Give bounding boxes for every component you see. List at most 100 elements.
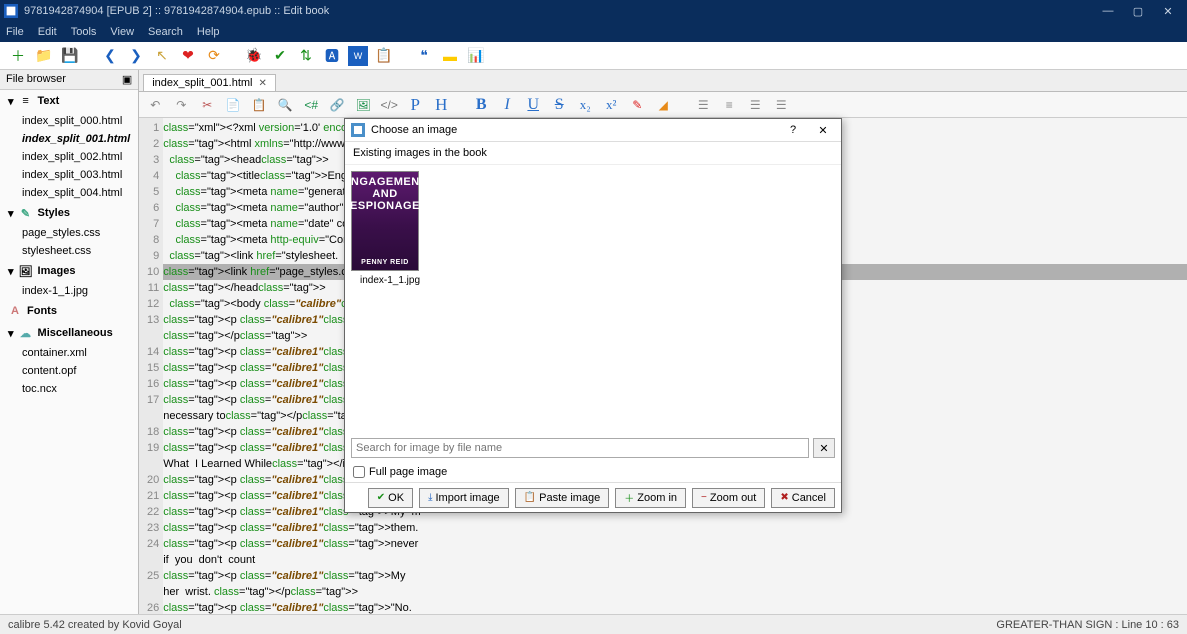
bold-icon[interactable]: B: [471, 95, 491, 115]
import-button[interactable]: ⤓Import image: [419, 488, 509, 508]
redo-icon[interactable]: ↷: [171, 95, 191, 115]
bug-icon[interactable]: 🐞: [244, 46, 264, 66]
nav-fwd-icon[interactable]: ❯: [126, 46, 146, 66]
file-item[interactable]: container.xml: [0, 344, 138, 362]
align-right-icon[interactable]: ☰: [745, 95, 765, 115]
zoomout-button[interactable]: −Zoom out: [692, 488, 765, 508]
file-item[interactable]: stylesheet.css: [0, 242, 138, 260]
menu-search[interactable]: Search: [148, 26, 183, 38]
heart-icon[interactable]: ❤: [178, 46, 198, 66]
word-icon[interactable]: W: [348, 46, 368, 66]
链接-icon[interactable]: 🔗: [327, 95, 347, 115]
styles-section[interactable]: ▾✎Styles: [0, 202, 138, 224]
app-icon: [4, 4, 18, 18]
text-section[interactable]: ▾≡Text: [0, 90, 138, 112]
highlight-icon[interactable]: ▬: [440, 46, 460, 66]
superscript-icon[interactable]: x²: [601, 95, 621, 115]
cut-icon[interactable]: ✂: [197, 95, 217, 115]
file-item[interactable]: page_styles.css: [0, 224, 138, 242]
file-item[interactable]: index_split_004.html: [0, 184, 138, 202]
comment-icon[interactable]: <#: [301, 95, 321, 115]
dialog-buttons: ✔OK ⤓Import image 📋Paste image ＋Zoom in …: [345, 482, 841, 512]
dialog-subtitle: Existing images in the book: [345, 142, 841, 165]
file-item[interactable]: index_split_000.html: [0, 112, 138, 130]
zoomin-button[interactable]: ＋Zoom in: [615, 488, 686, 508]
dialog-title: Choose an image: [371, 124, 457, 136]
tag-icon[interactable]: </>: [379, 95, 399, 115]
dialog-search-input[interactable]: [351, 438, 809, 458]
save-icon[interactable]: 💾: [60, 46, 80, 66]
filebrowser-popout-icon[interactable]: ▣: [122, 73, 132, 86]
images-section[interactable]: ▾🖼Images: [0, 260, 138, 282]
reports-icon[interactable]: 📊: [466, 46, 486, 66]
undo-icon[interactable]: ↶: [145, 95, 165, 115]
menu-edit[interactable]: Edit: [38, 26, 57, 38]
menubar: File Edit Tools View Search Help: [0, 22, 1187, 42]
strike-icon[interactable]: S: [549, 95, 569, 115]
full-page-checkbox[interactable]: [353, 466, 365, 478]
image-thumb-wrap[interactable]: ENGAGEMENTAND ESPIONAGE PENNY REID index…: [351, 171, 429, 286]
filebrowser-panel: File browser ▣ ▾≡Text index_split_000.ht…: [0, 70, 139, 614]
cursor-icon[interactable]: ↖: [152, 46, 172, 66]
color-icon[interactable]: ✎: [627, 95, 647, 115]
shuffle-icon[interactable]: ⇅: [296, 46, 316, 66]
tab[interactable]: index_split_001.html ✕: [143, 74, 276, 91]
file-item[interactable]: index-1_1.jpg: [0, 282, 138, 300]
subscript-icon[interactable]: x₂: [575, 95, 595, 115]
minimize-button[interactable]: —: [1093, 0, 1123, 22]
file-item[interactable]: index_split_003.html: [0, 166, 138, 184]
menu-file[interactable]: File: [6, 26, 24, 38]
menu-tools[interactable]: Tools: [71, 26, 97, 38]
para-icon[interactable]: P: [405, 95, 425, 115]
toc-icon[interactable]: 📋: [374, 46, 394, 66]
new-file-icon[interactable]: ＋: [8, 46, 28, 66]
ok-button[interactable]: ✔OK: [368, 488, 413, 508]
file-item-selected[interactable]: index_split_001.html: [0, 130, 138, 148]
font-manage-icon[interactable]: 🅰: [322, 46, 342, 66]
choose-image-dialog: Choose an image ? ✕ Existing images in t…: [344, 118, 842, 513]
thumb-label: index-1_1.jpg: [351, 275, 429, 286]
italic-icon[interactable]: I: [497, 95, 517, 115]
window-title: 9781942874904 [EPUB 2] :: 9781942874904.…: [24, 5, 329, 17]
tab-label: index_split_001.html: [152, 77, 252, 89]
fonts-section[interactable]: AFonts: [0, 300, 138, 322]
statusbar: calibre 5.42 created by Kovid Goyal GREA…: [0, 614, 1187, 634]
file-item[interactable]: toc.ncx: [0, 380, 138, 398]
chevron-down-icon: ▾: [8, 265, 14, 278]
align-justify-icon[interactable]: ☰: [771, 95, 791, 115]
full-page-check[interactable]: Full page image: [345, 462, 841, 482]
menu-help[interactable]: Help: [197, 26, 220, 38]
cancel-button[interactable]: ✖Cancel: [771, 488, 835, 508]
open-icon[interactable]: 📁: [34, 46, 54, 66]
misc-section[interactable]: ▾☁Miscellaneous: [0, 322, 138, 344]
check-icon[interactable]: ✔: [270, 46, 290, 66]
align-center-icon[interactable]: ≡: [719, 95, 739, 115]
find-icon[interactable]: 🔍: [275, 95, 295, 115]
paste-button[interactable]: 📋Paste image: [515, 488, 610, 508]
nav-back-icon[interactable]: ❮: [100, 46, 120, 66]
image-insert-icon[interactable]: 🖼: [353, 95, 373, 115]
dialog-help-icon[interactable]: ?: [781, 124, 805, 136]
align-left-icon[interactable]: ☰: [693, 95, 713, 115]
window-root: 9781942874904 [EPUB 2] :: 9781942874904.…: [0, 0, 1187, 634]
close-window-button[interactable]: ✕: [1153, 0, 1183, 22]
file-item[interactable]: content.opf: [0, 362, 138, 380]
brush-icon: ✎: [19, 206, 33, 220]
cloud-icon: ☁: [19, 326, 33, 340]
dialog-body[interactable]: ENGAGEMENTAND ESPIONAGE PENNY REID index…: [345, 165, 841, 434]
eraser-icon[interactable]: ◢: [653, 95, 673, 115]
dialog-icon: [351, 123, 365, 137]
dialog-search-clear-icon[interactable]: ✕: [813, 438, 835, 458]
heading-icon[interactable]: H: [431, 95, 451, 115]
close-tab-icon[interactable]: ✕: [259, 78, 267, 89]
underline-icon[interactable]: U: [523, 95, 543, 115]
paste-icon[interactable]: 📋: [249, 95, 269, 115]
file-item[interactable]: index_split_002.html: [0, 148, 138, 166]
quote-icon[interactable]: ❝: [414, 46, 434, 66]
menu-view[interactable]: View: [110, 26, 134, 38]
dialog-close-icon[interactable]: ✕: [811, 124, 835, 137]
refresh-icon[interactable]: ⟳: [204, 46, 224, 66]
chevron-down-icon: ▾: [8, 327, 14, 340]
maximize-button[interactable]: ▢: [1123, 0, 1153, 22]
copy-icon[interactable]: 📄: [223, 95, 243, 115]
